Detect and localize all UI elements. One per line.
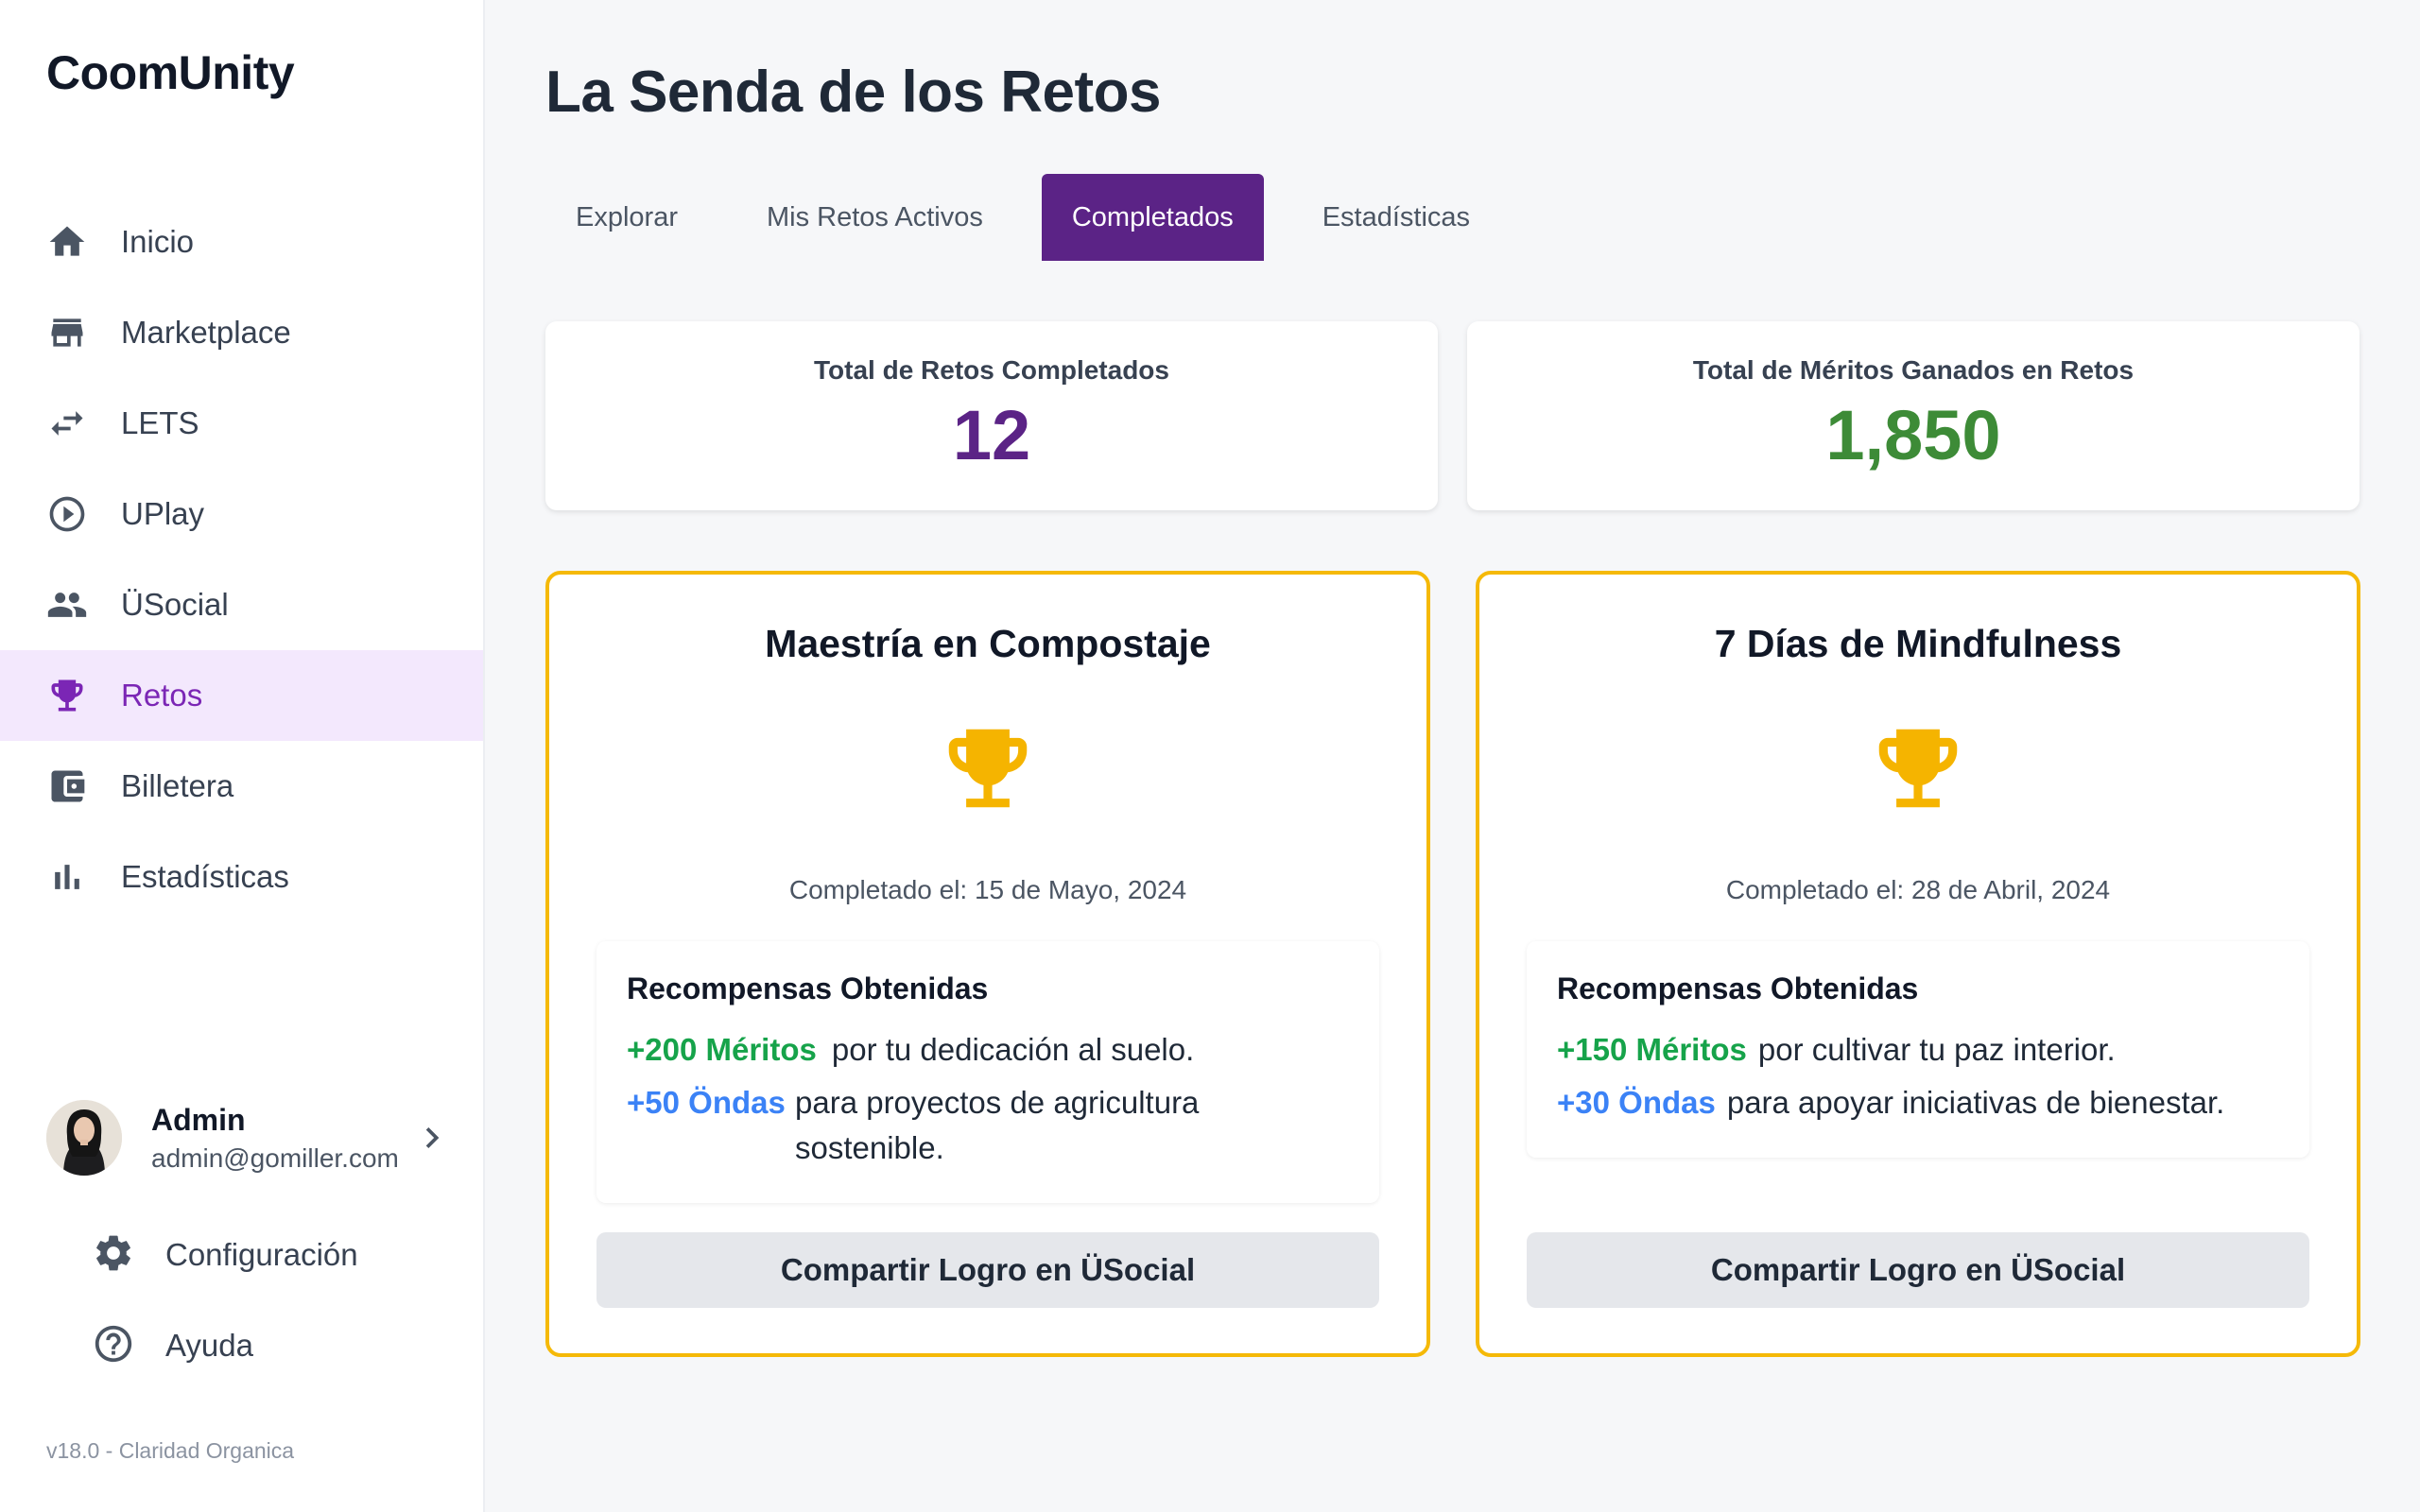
- reward-amount: +30 Öndas: [1557, 1085, 1716, 1120]
- achievement-card: 7 Días de Mindfulness Completado el: 28 …: [1476, 571, 2360, 1357]
- reward-amount: +200 Méritos: [627, 1032, 817, 1067]
- reward-row: +150 Méritos por cultivar tu paz interio…: [1557, 1027, 2279, 1073]
- sidebar: CoomUnity Inicio Marketplace LETS UPlay: [0, 0, 485, 1512]
- tab-mis-retos-activos[interactable]: Mis Retos Activos: [736, 174, 1013, 261]
- reward-description: para proyectos de agricultura sostenible…: [795, 1085, 1200, 1165]
- completion-date: Completado el: 28 de Abril, 2024: [1725, 875, 2111, 904]
- chevron-right-icon[interactable]: [411, 1117, 453, 1159]
- sidebar-nav: Inicio Marketplace LETS UPlay ÜSocial Re…: [0, 197, 483, 922]
- user-profile[interactable]: Admin admin@gomiller.com: [46, 1098, 453, 1177]
- sidebar-item-label: UPlay: [121, 496, 205, 531]
- sidebar-item-label: ÜSocial: [121, 587, 229, 622]
- reward-row: +200 Méritos por tu dedicación al suelo.: [627, 1027, 1349, 1073]
- tab-estadisticas[interactable]: Estadísticas: [1292, 174, 1500, 261]
- sidebar-item-label: LETS: [121, 405, 199, 440]
- help-label: Ayuda: [165, 1328, 253, 1363]
- stat-value: 1,850: [1825, 396, 2001, 474]
- rewards-panel: Recompensas Obtenidas +150 Méritos por c…: [1527, 941, 2309, 1158]
- trophy-icon: [936, 716, 1040, 820]
- trophy-icon: [1866, 716, 1970, 820]
- tab-bar: Explorar Mis Retos Activos Completados E…: [545, 174, 1500, 261]
- completion-date: Completado el: 15 de Mayo, 2024: [788, 875, 1187, 904]
- achievement-card: Maestría en Compostaje Completado el: 15…: [545, 571, 1430, 1357]
- stat-label: Total de Retos Completados: [814, 355, 1169, 385]
- sidebar-item-label: Billetera: [121, 768, 234, 803]
- profile-email: admin@gomiller.com: [151, 1143, 399, 1173]
- bar-chart-icon: [46, 856, 88, 898]
- reward-amount: +50 Öndas: [627, 1085, 786, 1120]
- settings-link[interactable]: Configuración: [92, 1227, 358, 1283]
- gear-icon: [92, 1231, 135, 1280]
- help-circle-icon: [92, 1322, 135, 1370]
- store-icon: [46, 312, 88, 353]
- share-achievement-button[interactable]: Compartir Logro en ÜSocial: [596, 1232, 1379, 1308]
- app-logo[interactable]: CoomUnity: [46, 45, 295, 100]
- stat-card-completed: Total de Retos Completados 12: [545, 321, 1438, 510]
- sidebar-item-label: Inicio: [121, 224, 195, 259]
- app-version: v18.0 - Claridad Organica: [46, 1438, 295, 1463]
- share-achievement-button[interactable]: Compartir Logro en ÜSocial: [1527, 1232, 2309, 1308]
- stat-card-merits: Total de Méritos Ganados en Retos 1,850: [1467, 321, 2360, 510]
- achievement-title: 7 Días de Mindfulness: [1714, 622, 2122, 665]
- stat-label: Total de Méritos Ganados en Retos: [1692, 355, 2135, 385]
- tab-explorar[interactable]: Explorar: [545, 174, 708, 261]
- sidebar-item-label: Retos: [121, 678, 203, 713]
- sidebar-item-lets[interactable]: LETS: [0, 378, 483, 469]
- sidebar-item-uplay[interactable]: UPlay: [0, 469, 483, 559]
- sidebar-item-retos[interactable]: Retos: [0, 650, 483, 741]
- reward-amount: +150 Méritos: [1557, 1032, 1747, 1067]
- settings-label: Configuración: [165, 1237, 358, 1272]
- people-icon: [46, 584, 88, 626]
- rewards-title: Recompensas Obtenidas: [1557, 971, 1919, 1005]
- sidebar-item-inicio[interactable]: Inicio: [0, 197, 483, 287]
- sidebar-item-label: Estadísticas: [121, 859, 289, 894]
- reward-description: por tu dedicación al suelo.: [831, 1032, 1195, 1067]
- tab-completados[interactable]: Completados: [1041, 174, 1264, 261]
- sidebar-item-marketplace[interactable]: Marketplace: [0, 287, 483, 378]
- reward-description: para apoyar iniciativas de bienestar.: [1726, 1085, 2225, 1120]
- play-circle-icon: [46, 493, 88, 535]
- sidebar-item-billetera[interactable]: Billetera: [0, 741, 483, 832]
- achievement-title: Maestría en Compostaje: [765, 622, 1211, 665]
- sidebar-item-label: Marketplace: [121, 315, 291, 350]
- reward-description: por cultivar tu paz interior.: [1757, 1032, 2116, 1067]
- rewards-panel: Recompensas Obtenidas +200 Méritos por t…: [596, 941, 1379, 1203]
- sidebar-item-estadisticas[interactable]: Estadísticas: [0, 832, 483, 922]
- wallet-icon: [46, 765, 88, 807]
- profile-name: Admin: [151, 1102, 246, 1137]
- trophy-icon: [46, 675, 88, 716]
- page-title: La Senda de los Retos: [545, 60, 1162, 125]
- home-icon: [46, 221, 88, 263]
- help-link[interactable]: Ayuda: [92, 1317, 253, 1374]
- sidebar-item-usocial[interactable]: ÜSocial: [0, 559, 483, 650]
- reward-row: +50 Öndas para proyectos de agricultura …: [627, 1080, 1349, 1171]
- swap-arrows-icon: [46, 403, 88, 444]
- stat-value: 12: [952, 396, 1031, 474]
- avatar: [46, 1100, 122, 1176]
- rewards-title: Recompensas Obtenidas: [627, 971, 989, 1005]
- reward-row: +30 Öndas para apoyar iniciativas de bie…: [1557, 1080, 2279, 1125]
